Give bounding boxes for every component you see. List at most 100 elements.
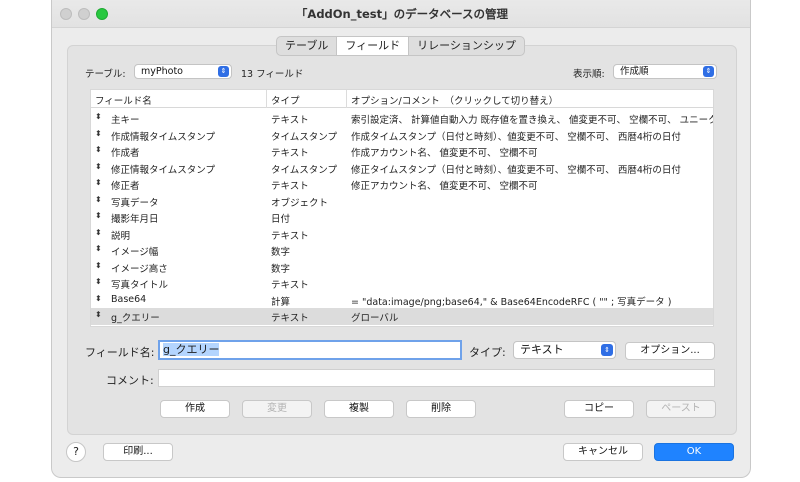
field-name-cell: 修正情報タイムスタンプ <box>111 164 216 176</box>
chevron-updown-icon: ⇕ <box>601 344 613 356</box>
field-name-cell: 作成情報タイムスタンプ <box>111 131 216 143</box>
sort-select[interactable]: 作成順 ⇕ <box>613 64 717 79</box>
drag-handle-icon[interactable]: ⬍ <box>95 145 102 154</box>
field-name-label: フィールド名: <box>85 346 155 359</box>
table-row[interactable]: ⬍ 主キー テキスト 索引設定済、 計算値自動入力 既存値を置き換え、 値変更不… <box>91 110 713 127</box>
field-options-cell: = "data:image/png;base64," & Base64Encod… <box>351 296 672 308</box>
fields-table: フィールド名 タイプ オプション/コメント （クリックして切り替え） ⬍ 主キー… <box>90 89 714 327</box>
table-row[interactable]: ⬍ イメージ高さ 数字 <box>91 259 713 276</box>
field-name-cell: 作成者 <box>111 148 140 159</box>
field-type-cell: 日付 <box>271 214 291 225</box>
field-options-cell: 修正アカウント名、 値変更不可、 空欄不可 <box>351 181 538 192</box>
field-name-cell: 写真データ <box>111 197 159 209</box>
table-selector-label: テーブル: <box>85 69 126 80</box>
table-row[interactable]: ⬍ イメージ幅 数字 <box>91 242 713 259</box>
field-name-cell: g_クエリー <box>111 313 160 324</box>
tab-fields[interactable]: フィールド <box>337 37 410 55</box>
table-row-selected[interactable]: ⬍ g_クエリー テキスト グローバル <box>91 308 713 325</box>
table-row[interactable]: ⬍ 写真タイトル テキスト <box>91 275 713 292</box>
tab-relationships[interactable]: リレーションシップ <box>409 37 524 55</box>
comment-label: コメント: <box>106 374 154 387</box>
drag-handle-icon[interactable]: ⬍ <box>95 211 102 220</box>
field-name-cell: 主キー <box>111 115 140 126</box>
manage-database-dialog: 「AddOn_test」のデータベースの管理 テーブル フィールド リレーション… <box>51 0 751 478</box>
table-row[interactable]: ⬍ 作成者 テキスト 作成アカウント名、 値変更不可、 空欄不可 <box>91 143 713 160</box>
sort-select-value: 作成順 <box>620 66 649 77</box>
drag-handle-icon[interactable]: ⬍ <box>95 294 102 303</box>
table-row[interactable]: ⬍ 説明 テキスト <box>91 226 713 243</box>
column-divider[interactable] <box>346 90 347 108</box>
field-options-cell: 索引設定済、 計算値自動入力 既存値を置き換え、 値変更不可、 空欄不可、 ユニ… <box>351 115 713 126</box>
column-header-type[interactable]: タイプ <box>271 93 300 107</box>
field-options-cell: 修正タイムスタンプ（日付と時刻）、値変更不可、 空欄不可、 西暦4桁の日付 <box>351 164 681 176</box>
table-row[interactable]: ⬍ 修正情報タイムスタンプ タイムスタンプ 修正タイムスタンプ（日付と時刻）、値… <box>91 160 713 177</box>
table-row[interactable]: ⬍ 修正者 テキスト 修正アカウント名、 値変更不可、 空欄不可 <box>91 176 713 193</box>
field-type-cell: タイムスタンプ <box>271 164 338 176</box>
drag-handle-icon[interactable]: ⬍ <box>95 129 102 138</box>
table-select-value: myPhoto <box>141 66 183 77</box>
field-name-input[interactable]: g_クエリー <box>158 340 462 360</box>
drag-handle-icon[interactable]: ⬍ <box>95 195 102 204</box>
table-header: フィールド名 タイプ オプション/コメント （クリックして切り替え） <box>91 90 713 108</box>
column-header-options[interactable]: オプション/コメント （クリックして切り替え） <box>351 93 558 107</box>
table-row[interactable]: ⬍ 作成情報タイムスタンプ タイムスタンプ 作成タイムスタンプ（日付と時刻）、値… <box>91 127 713 144</box>
field-type-cell: タイムスタンプ <box>271 131 338 143</box>
chevron-updown-icon: ⇕ <box>703 66 714 77</box>
drag-handle-icon[interactable]: ⬍ <box>95 277 102 286</box>
ok-button[interactable]: OK <box>654 443 734 461</box>
field-count: 13 フィールド <box>241 69 304 80</box>
duplicate-button[interactable]: 複製 <box>324 400 394 418</box>
paste-button[interactable]: ペースト <box>646 400 716 418</box>
table-select[interactable]: myPhoto ⇕ <box>134 64 232 79</box>
field-name-cell: イメージ幅 <box>111 247 159 258</box>
field-options-cell: グローバル <box>351 313 399 324</box>
drag-handle-icon[interactable]: ⬍ <box>95 228 102 237</box>
window-title: 「AddOn_test」のデータベースの管理 <box>295 7 509 21</box>
field-type-cell: 数字 <box>271 263 291 275</box>
drag-handle-icon[interactable]: ⬍ <box>95 310 102 319</box>
type-select[interactable]: テキスト ⇕ <box>513 341 616 359</box>
change-button[interactable]: 変更 <box>242 400 312 418</box>
type-select-value: テキスト <box>520 343 564 356</box>
create-button[interactable]: 作成 <box>160 400 230 418</box>
cancel-button[interactable]: キャンセル <box>563 443 643 461</box>
field-type-cell: 計算 <box>271 296 291 308</box>
field-type-cell: テキスト <box>271 181 309 192</box>
tab-tables[interactable]: テーブル <box>277 37 338 55</box>
field-name-value: g_クエリー <box>163 343 220 356</box>
column-header-name[interactable]: フィールド名 <box>95 93 152 107</box>
copy-button[interactable]: コピー <box>564 400 634 418</box>
field-type-cell: テキスト <box>271 280 309 291</box>
drag-handle-icon[interactable]: ⬍ <box>95 261 102 270</box>
help-button[interactable]: ? <box>66 442 86 462</box>
delete-button[interactable]: 削除 <box>406 400 476 418</box>
table-row[interactable]: ⬍ 撮影年月日 日付 <box>91 209 713 226</box>
field-name-cell: 撮影年月日 <box>111 214 159 225</box>
field-options-cell: 作成アカウント名、 値変更不可、 空欄不可 <box>351 148 538 159</box>
chevron-updown-icon: ⇕ <box>218 66 229 77</box>
drag-handle-icon[interactable]: ⬍ <box>95 178 102 187</box>
field-name-cell: イメージ高さ <box>111 263 168 275</box>
print-button[interactable]: 印刷... <box>103 443 173 461</box>
drag-handle-icon[interactable]: ⬍ <box>95 162 102 171</box>
table-row[interactable]: ⬍ Base64 計算 = "data:image/png;base64," &… <box>91 292 713 309</box>
field-type-cell: テキスト <box>271 148 309 159</box>
title-bar: 「AddOn_test」のデータベースの管理 <box>52 0 750 28</box>
field-type-cell: オブジェクト <box>271 197 329 209</box>
field-name-cell: 修正者 <box>111 181 140 192</box>
drag-handle-icon[interactable]: ⬍ <box>95 112 102 121</box>
field-options-cell: 作成タイムスタンプ（日付と時刻）、値変更不可、 空欄不可、 西暦4桁の日付 <box>351 131 681 143</box>
drag-handle-icon[interactable]: ⬍ <box>95 244 102 253</box>
tab-bar: テーブル フィールド リレーションシップ <box>276 36 525 56</box>
field-type-cell: テキスト <box>271 230 309 242</box>
type-label: タイプ: <box>469 346 506 359</box>
comment-input[interactable] <box>158 369 715 387</box>
sort-label: 表示順: <box>573 69 605 80</box>
field-type-cell: 数字 <box>271 247 291 258</box>
column-divider[interactable] <box>266 90 267 108</box>
field-type-cell: テキスト <box>271 115 309 126</box>
field-name-cell: 写真タイトル <box>111 280 169 291</box>
field-name-cell: 説明 <box>111 230 131 242</box>
options-button[interactable]: オプション... <box>625 342 715 360</box>
table-row[interactable]: ⬍ 写真データ オブジェクト <box>91 193 713 210</box>
